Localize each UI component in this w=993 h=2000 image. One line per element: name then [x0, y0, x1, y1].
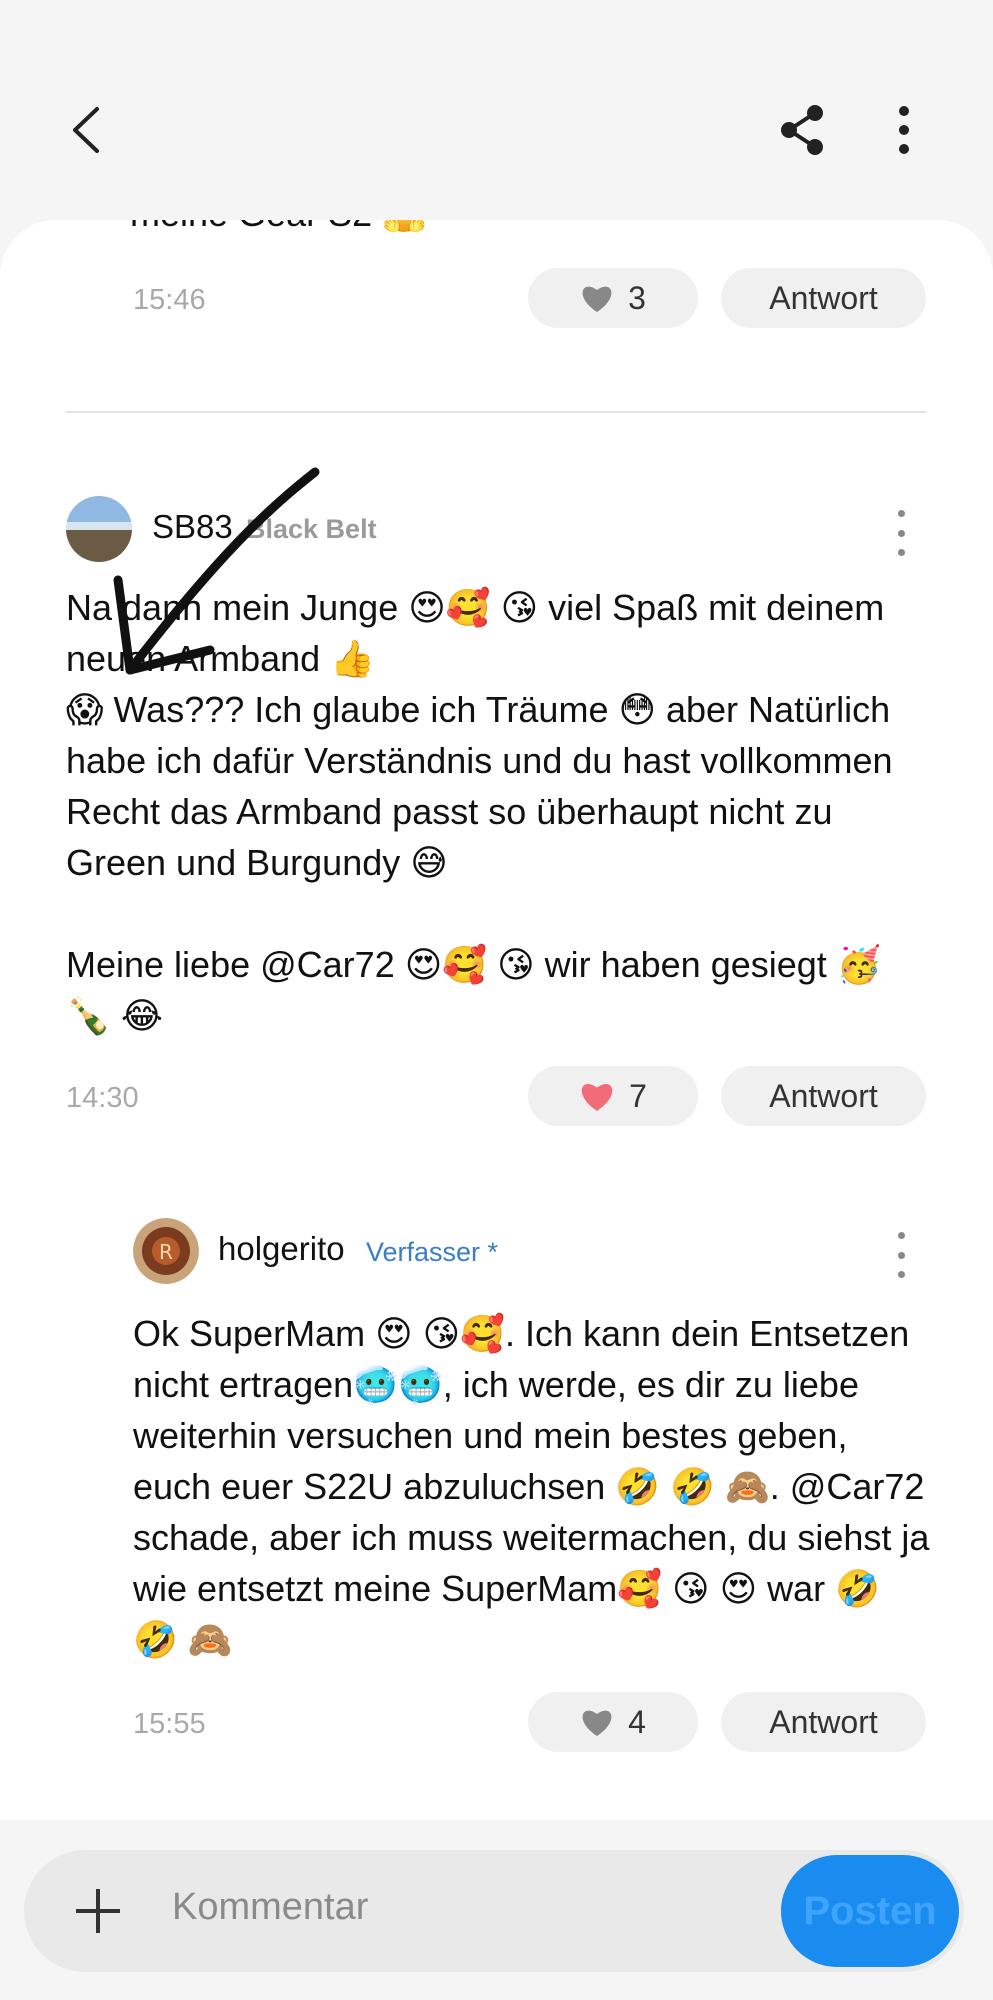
comment-input[interactable]: Kommentar — [172, 1886, 368, 1929]
reply-label: Antwort — [769, 1703, 878, 1740]
reply-reply-button[interactable]: Antwort — [721, 1692, 926, 1752]
comment-time: 14:30 — [66, 1082, 139, 1114]
reply-button[interactable]: Antwort — [721, 1066, 926, 1126]
reply-time: 15:55 — [133, 1708, 206, 1740]
more-vertical-icon[interactable] — [884, 100, 924, 160]
reply-username[interactable]: holgerito — [218, 1230, 345, 1268]
previous-comment-time: 15:46 — [133, 284, 206, 316]
heart-icon — [581, 1083, 613, 1111]
reply-more-icon[interactable] — [886, 1232, 916, 1278]
top-bar — [0, 0, 993, 230]
svg-text:R: R — [159, 1240, 173, 1264]
author-badge: Verfasser * — [366, 1237, 499, 1267]
back-icon[interactable] — [60, 100, 110, 160]
reply-like-button[interactable]: 4 — [528, 1692, 698, 1752]
share-icon[interactable] — [774, 100, 830, 160]
like-button[interactable]: 7 — [528, 1066, 698, 1126]
like-count: 7 — [629, 1077, 647, 1114]
reply-text: Ok SuperMam 😍 😘🥰. Ich kann dein Entsetze… — [133, 1313, 930, 1660]
comments-card: meine Gear S2 🤗 15:46 3 Antwort SB83 Bla… — [0, 220, 993, 1820]
comment-input-box[interactable]: Kommentar Posten — [24, 1850, 964, 1972]
previous-comment-text: meine Gear S2 🤗 — [130, 220, 930, 239]
reply-label: Antwort — [769, 279, 878, 316]
previous-reply-button[interactable]: Antwort — [721, 268, 926, 328]
reply-avatar[interactable]: R — [133, 1218, 199, 1284]
post-button[interactable]: Posten — [781, 1855, 959, 1967]
heart-icon — [582, 1710, 612, 1736]
comment-more-icon[interactable] — [886, 510, 916, 556]
hand-drawn-arrow — [113, 467, 320, 675]
heart-icon — [582, 286, 612, 312]
like-count: 3 — [628, 279, 646, 316]
divider — [66, 411, 926, 413]
like-count: 4 — [628, 1703, 646, 1740]
previous-like-button[interactable]: 3 — [528, 268, 698, 328]
plus-icon[interactable] — [74, 1887, 122, 1935]
comment-composer: Kommentar Posten — [0, 1820, 993, 2000]
reply-label: Antwort — [769, 1077, 878, 1114]
